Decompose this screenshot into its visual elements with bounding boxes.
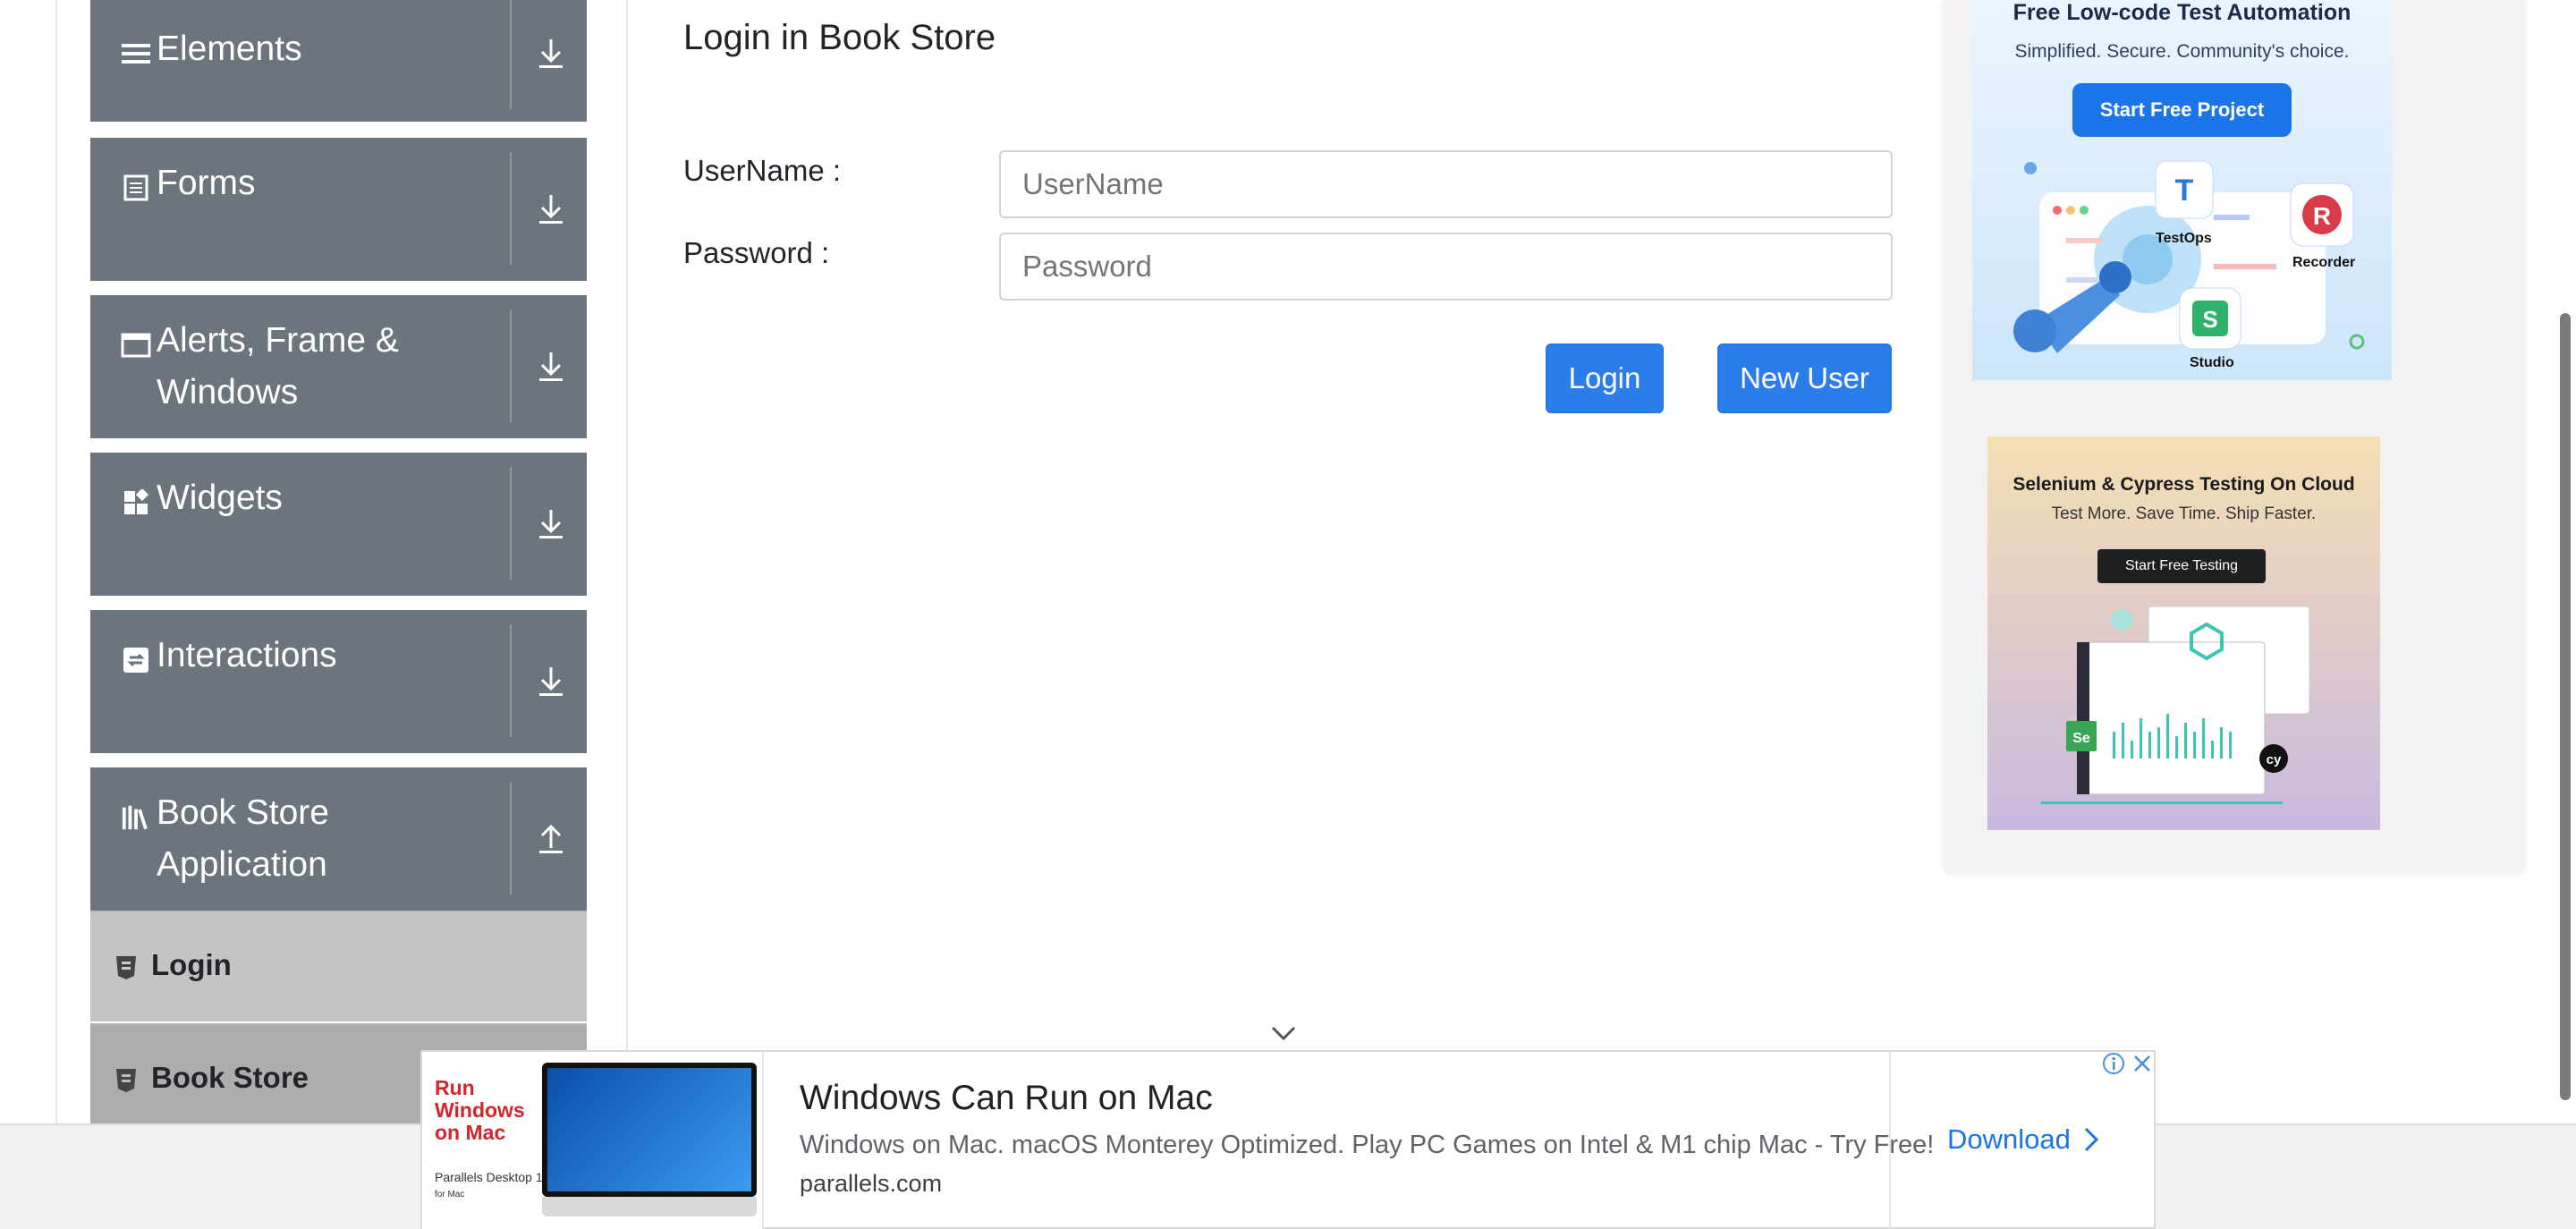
chevron-right-icon bbox=[2084, 1127, 2098, 1152]
divider bbox=[510, 309, 512, 422]
divider bbox=[510, 0, 512, 109]
ad-controls bbox=[2100, 1050, 2157, 1077]
ad-title: Free Low-code Test Automation bbox=[2012, 0, 2351, 25]
sidebar-item-label: Login bbox=[151, 948, 232, 981]
sidebar-group-label: Widgets bbox=[157, 479, 283, 517]
password-label: Password : bbox=[683, 236, 830, 269]
download-label: Download bbox=[1947, 1123, 2071, 1155]
column-divider bbox=[626, 0, 628, 1123]
divider bbox=[510, 782, 512, 894]
close-icon[interactable] bbox=[2129, 1050, 2156, 1077]
recorder-label: Recorder bbox=[2292, 255, 2356, 270]
download-icon bbox=[530, 27, 572, 81]
download-link[interactable]: Download bbox=[1947, 1123, 2099, 1156]
divider bbox=[510, 624, 512, 737]
sidebar-item-label: Book Store bbox=[151, 1061, 309, 1094]
ad-test-automation[interactable]: Free Low-code Test Automation Simplified… bbox=[1972, 0, 2392, 380]
left-border bbox=[55, 0, 57, 1123]
vertical-scrollbar[interactable] bbox=[2560, 313, 2571, 1100]
ad-selenium-cypress[interactable]: Selenium & Cypress Testing On Cloud Test… bbox=[1987, 437, 2380, 830]
sidebar-group-interactions[interactable]: Interactions bbox=[90, 610, 587, 753]
start-free-testing-button[interactable]: Start Free Testing bbox=[2097, 549, 2266, 583]
ad-subtitle: Test More. Save Time. Ship Faster. bbox=[2051, 504, 2317, 523]
window-icon bbox=[121, 330, 151, 360]
download-icon bbox=[530, 182, 572, 236]
sidebar-group-elements[interactable]: Elements bbox=[90, 0, 587, 122]
monitor-icon bbox=[542, 1063, 757, 1197]
svg-text:Se: Se bbox=[2072, 731, 2090, 746]
download-icon bbox=[530, 655, 572, 708]
new-user-button[interactable]: New User bbox=[1717, 343, 1892, 413]
sidebar-group-forms[interactable]: Forms bbox=[90, 138, 587, 281]
interactions-icon bbox=[121, 645, 151, 675]
document-icon bbox=[121, 173, 151, 203]
ad-title: Selenium & Cypress Testing On Cloud bbox=[2012, 474, 2355, 495]
upload-icon bbox=[530, 812, 572, 866]
sidebar-group-alerts-frame-windows[interactable]: Alerts, Frame & Windows bbox=[90, 295, 587, 438]
ad-subtitle: Simplified. Secure. Community's choice. bbox=[2014, 41, 2350, 62]
username-input[interactable] bbox=[999, 150, 1893, 218]
svg-text:T: T bbox=[2175, 174, 2194, 208]
sidebar-item-login[interactable]: Login bbox=[90, 911, 587, 1021]
studio-label: Studio bbox=[2190, 355, 2234, 370]
thumb-product: Parallels Desktop 17 for Mac bbox=[435, 1170, 550, 1199]
svg-text:S: S bbox=[2202, 306, 2217, 333]
sidebar-group-book-store-application[interactable]: Book Store Application bbox=[90, 767, 587, 911]
page: Elements Forms Alerts, Frame & Windows W… bbox=[0, 0, 2576, 1229]
books-icon bbox=[121, 802, 151, 833]
monitor-stand bbox=[542, 1197, 757, 1216]
password-input[interactable] bbox=[999, 233, 1893, 301]
svg-text:cy: cy bbox=[2267, 752, 2282, 767]
ad-illustration: Se cy bbox=[2041, 606, 2310, 804]
divider bbox=[1889, 1052, 1891, 1229]
sidebar-group-widgets[interactable]: Widgets bbox=[90, 453, 587, 596]
sidebar-group-label: Alerts, Frame & Windows bbox=[157, 321, 399, 411]
sidebar-group-label: Elements bbox=[157, 30, 302, 68]
sidebar-group-label: Book Store Application bbox=[157, 793, 329, 884]
download-icon bbox=[530, 497, 572, 551]
info-icon[interactable] bbox=[2100, 1050, 2127, 1077]
hamburger-icon bbox=[121, 38, 151, 69]
sidebar-group-label: Forms bbox=[157, 164, 256, 202]
parallels-banner-ad[interactable]: Run Windows on Mac Parallels Desktop 17 f… bbox=[420, 1050, 2156, 1229]
html5-icon bbox=[115, 1068, 137, 1093]
chevron-down-icon[interactable] bbox=[1270, 1023, 1297, 1043]
banner-url[interactable]: parallels.com bbox=[800, 1170, 942, 1198]
svg-text:R: R bbox=[2313, 202, 2331, 230]
sidebar-group-label: Interactions bbox=[157, 636, 337, 674]
username-label: UserName : bbox=[683, 154, 842, 187]
banner-headline[interactable]: Windows Can Run on Mac bbox=[800, 1079, 1213, 1118]
login-button[interactable]: Login bbox=[1546, 343, 1664, 413]
html5-icon bbox=[115, 955, 137, 980]
divider bbox=[510, 467, 512, 580]
page-title: Login in Book Store bbox=[683, 18, 996, 57]
divider bbox=[510, 152, 512, 265]
banner-description: Windows on Mac. macOS Monterey Optimized… bbox=[800, 1131, 1935, 1159]
start-free-project-button[interactable]: Start Free Project bbox=[2072, 83, 2292, 137]
testops-label: TestOps bbox=[2156, 231, 2212, 246]
thumb-title: Run Windows on Mac bbox=[435, 1076, 525, 1144]
download-icon bbox=[530, 340, 572, 394]
banner-thumbnail: Run Windows on Mac Parallels Desktop 17 f… bbox=[422, 1052, 764, 1229]
widgets-icon bbox=[121, 487, 151, 518]
